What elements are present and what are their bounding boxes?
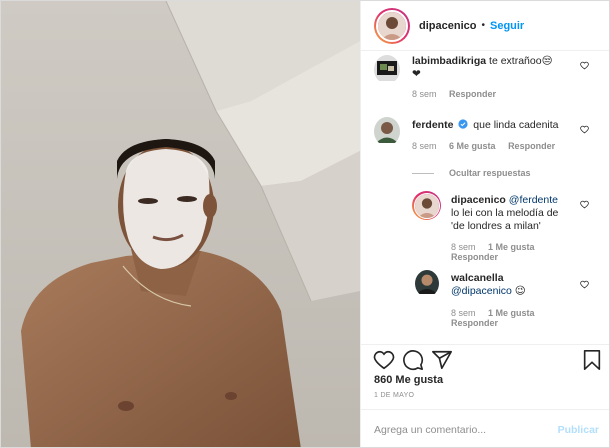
like-comment-heart-icon[interactable] (580, 200, 589, 209)
comment-body-line2: ❤ (412, 68, 421, 80)
comment-icon[interactable] (402, 349, 424, 371)
mention-link[interactable]: @dipacenico (451, 285, 512, 297)
comment-username[interactable]: labimbadikriga (412, 55, 486, 67)
comment-likes[interactable]: 6 Me gusta (449, 141, 496, 151)
comment-text: labimbadikriga te extrañoo😒 ❤ (412, 55, 582, 81)
like-comment-heart-icon[interactable] (580, 280, 589, 289)
verified-badge-icon (458, 119, 468, 129)
comment-input[interactable]: Agrega un comentario... (374, 424, 486, 436)
like-comment-heart-icon[interactable] (580, 61, 589, 70)
hide-replies-label: Ocultar respuestas (449, 168, 531, 178)
publish-button[interactable]: Publicar (558, 424, 599, 436)
post-photo[interactable] (1, 1, 360, 447)
reply-button[interactable]: Responder (451, 252, 498, 262)
hide-replies-button[interactable]: Ocultar respuestas (412, 168, 531, 178)
reply-likes[interactable]: 1 Me gusta (488, 308, 535, 318)
divider-line (412, 172, 434, 174)
comments-list[interactable]: labimbadikriga te extrañoo😒 ❤ 8 sem Resp… (361, 51, 609, 344)
reply-username[interactable]: walcanella (451, 272, 504, 284)
heart-icon[interactable] (373, 349, 395, 371)
reply-meta: 8 sem 1 Me gusta Responder (451, 308, 545, 328)
share-icon[interactable] (431, 349, 453, 371)
reply-body-line3: 'de londres a milan' (451, 220, 541, 232)
comment-username[interactable]: ferdente (412, 119, 453, 131)
avatar (378, 11, 406, 40)
post-date[interactable]: 1 DE MAYO (374, 392, 414, 399)
follow-button[interactable]: Seguir (490, 20, 524, 32)
reply-text: walcanella @dipacenico 😉 (451, 272, 581, 298)
reply-emoji: 😉 (514, 285, 526, 297)
comment-body: que linda cadenita (473, 119, 559, 131)
comment-age[interactable]: 8 sem (412, 89, 437, 99)
reply-button[interactable]: Responder (451, 318, 498, 328)
author-avatar-ring[interactable] (374, 7, 410, 44)
reply-likes[interactable]: 1 Me gusta (488, 242, 535, 252)
likes-count[interactable]: 860 Me gusta (374, 374, 443, 386)
bookmark-icon[interactable] (581, 349, 603, 371)
avatar (414, 193, 439, 218)
reply-age[interactable]: 8 sem (451, 308, 476, 318)
photo-illustration (1, 1, 360, 447)
reply-username[interactable]: dipacenico (451, 194, 506, 206)
comment-age[interactable]: 8 sem (412, 141, 437, 151)
post-header: dipacenico • Seguir (361, 1, 609, 51)
add-comment-bar: Agrega un comentario... Publicar (361, 409, 609, 447)
reply-meta: 8 sem 1 Me gusta Responder (451, 242, 545, 262)
comment-meta: 8 sem Responder (412, 89, 506, 99)
comment-body: te extrañoo😒 (489, 55, 553, 67)
reply-avatar-ring[interactable] (412, 191, 441, 220)
post-side-panel: dipacenico • Seguir labimbadikriga te ex… (360, 1, 609, 447)
comment-meta: 8 sem 6 Me gusta Responder (412, 141, 565, 151)
reply-button[interactable]: Responder (508, 141, 555, 151)
like-comment-heart-icon[interactable] (580, 125, 589, 134)
avatar[interactable] (374, 117, 400, 146)
avatar[interactable] (374, 55, 400, 84)
author-username[interactable]: dipacenico (419, 20, 476, 32)
reply-text: dipacenico @ferdente lo lei con la melod… (451, 194, 576, 233)
comment-text: ferdente que linda cadenita (412, 119, 592, 132)
reply-age[interactable]: 8 sem (451, 242, 476, 252)
reply-body-line2: lo lei con la melodía de (451, 207, 559, 219)
separator-dot: • (481, 20, 485, 31)
reply-button[interactable]: Responder (449, 89, 496, 99)
post-dialog: dipacenico • Seguir labimbadikriga te ex… (0, 0, 610, 448)
mention-link[interactable]: @ferdente (509, 194, 558, 206)
avatar[interactable] (415, 270, 439, 297)
